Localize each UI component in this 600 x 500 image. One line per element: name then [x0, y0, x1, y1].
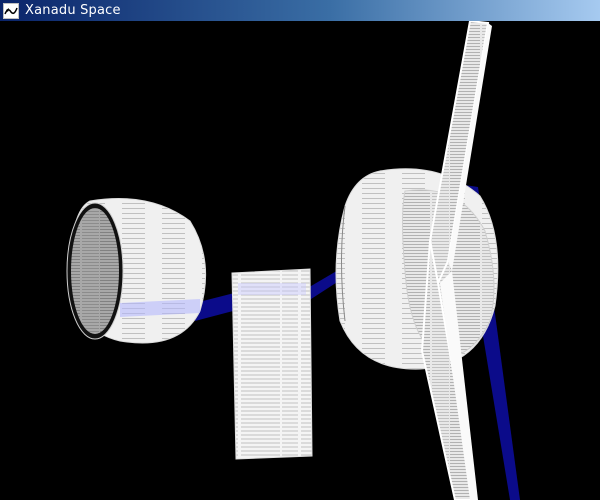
3d-viewport[interactable] [0, 21, 600, 500]
xanadu-logo-icon[interactable] [3, 2, 19, 19]
center-flat-document[interactable] [231, 268, 313, 460]
title-bar[interactable]: Xanadu Space [0, 0, 600, 21]
right-cylinder-document[interactable] [335, 168, 499, 370]
window-title: Xanadu Space [25, 3, 121, 18]
left-cylinder-document[interactable] [66, 198, 207, 344]
